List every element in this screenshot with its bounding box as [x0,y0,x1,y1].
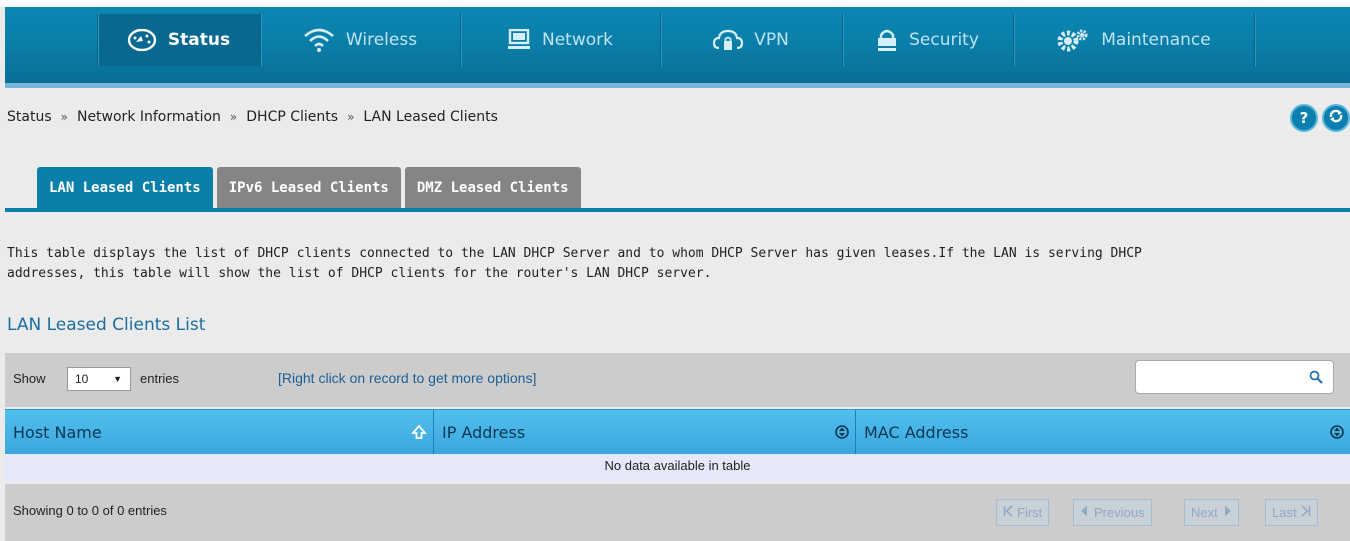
nav-vpn[interactable]: VPN [660,14,842,66]
column-header-ip-address[interactable]: IP Address [434,410,855,455]
search-input[interactable] [1135,360,1334,394]
tab-lan-leased-clients[interactable]: LAN Leased Clients [37,167,213,208]
help-button[interactable]: ? [1290,104,1318,132]
column-header-label: MAC Address [864,423,969,442]
first-page-button[interactable]: First [996,499,1050,526]
table-header: Host Name IP Address MAC Address [5,409,1350,455]
navbar-accent-line [5,83,1350,88]
column-header-mac-address[interactable]: MAC Address [856,410,1350,455]
breadcrumb-item-current: LAN Leased Clients [363,109,498,125]
nav-divider [1254,14,1255,66]
nav-network-label: Network [542,30,613,50]
padlock-icon [876,28,898,52]
breadcrumb-item[interactable]: Status [7,109,52,125]
refresh-icon [1328,108,1344,128]
next-page-button[interactable]: Next [1184,499,1239,526]
nav-status-label: Status [167,30,231,50]
column-header-label: Host Name [13,423,102,442]
dropdown-arrow-icon: ▼ [113,374,122,384]
first-page-label: First [1017,505,1043,520]
nav-security[interactable]: Security [842,14,1013,66]
previous-page-icon [1080,505,1088,520]
entries-per-page-select[interactable]: 10 ▼ [67,367,131,391]
top-navigation: Status Wireless Network VPN Security Mai… [0,0,1350,88]
nav-security-label: Security [909,30,979,50]
nav-maintenance-label: Maintenance [1101,30,1211,50]
breadcrumb-item[interactable]: DHCP Clients [246,109,338,125]
nav-wireless-label: Wireless [345,30,418,50]
breadcrumb-separator: » [60,110,68,124]
monitor-icon [507,29,531,51]
table-footer: Showing 0 to 0 of 0 entries First Previo… [5,484,1350,541]
nav-status[interactable]: Status [97,14,260,66]
breadcrumb: Status » Network Information » DHCP Clients »… [7,109,498,125]
right-click-hint: [Right click on record to get more optio… [278,370,537,386]
nav-network[interactable]: Network [460,14,660,66]
nav-maintenance[interactable]: Maintenance [1013,14,1254,66]
table-empty-row: No data available in table [5,454,1350,481]
last-page-button[interactable]: Last [1265,499,1318,526]
nav-vpn-label: VPN [754,30,789,50]
gears-icon [1056,28,1090,52]
breadcrumb-separator: » [229,110,238,124]
dashboard-gauge-icon [127,29,157,51]
sort-both-icon [835,424,849,444]
previous-page-label: Previous [1094,505,1145,520]
tab-underline [5,208,1350,212]
cloud-lock-icon [713,28,744,52]
sort-ascending-icon [411,424,427,444]
page-description: This table displays the list of DHCP cli… [7,244,1337,284]
description-line-1: This table displays the list of DHCP cli… [7,246,1142,261]
entries-per-page-value: 10 [75,372,89,386]
last-page-label: Last [1272,505,1297,520]
description-line-2: addresses, this table will show the list… [7,266,712,281]
next-page-label: Next [1191,505,1218,520]
next-page-icon [1224,505,1232,520]
tab-bar: LAN Leased Clients IPv6 Leased Clients D… [37,167,585,208]
show-label: Show [13,371,46,386]
first-page-icon [1003,505,1013,520]
search-icon[interactable] [1309,370,1323,387]
refresh-button[interactable] [1322,104,1350,132]
entries-info: Showing 0 to 0 of 0 entries [13,503,167,518]
tab-dmz-leased-clients[interactable]: DMZ Leased Clients [404,167,581,208]
help-icon: ? [1299,109,1309,127]
entries-label: entries [140,371,180,386]
top-strip [0,0,1350,7]
breadcrumb-item[interactable]: Network Information [77,109,221,125]
sort-both-icon [1330,424,1344,444]
previous-page-button[interactable]: Previous [1073,499,1152,526]
section-title: LAN Leased Clients List [7,315,206,335]
nav-wireless[interactable]: Wireless [260,14,460,66]
tab-ipv6-leased-clients[interactable]: IPv6 Leased Clients [216,167,401,208]
column-header-label: IP Address [442,423,526,442]
breadcrumb-separator: » [347,110,355,124]
column-header-host-name[interactable]: Host Name [5,410,433,455]
wifi-icon [303,28,335,52]
last-page-icon [1301,505,1311,520]
table-toolbar: Show 10 ▼ entries [Right click on record… [5,353,1350,407]
